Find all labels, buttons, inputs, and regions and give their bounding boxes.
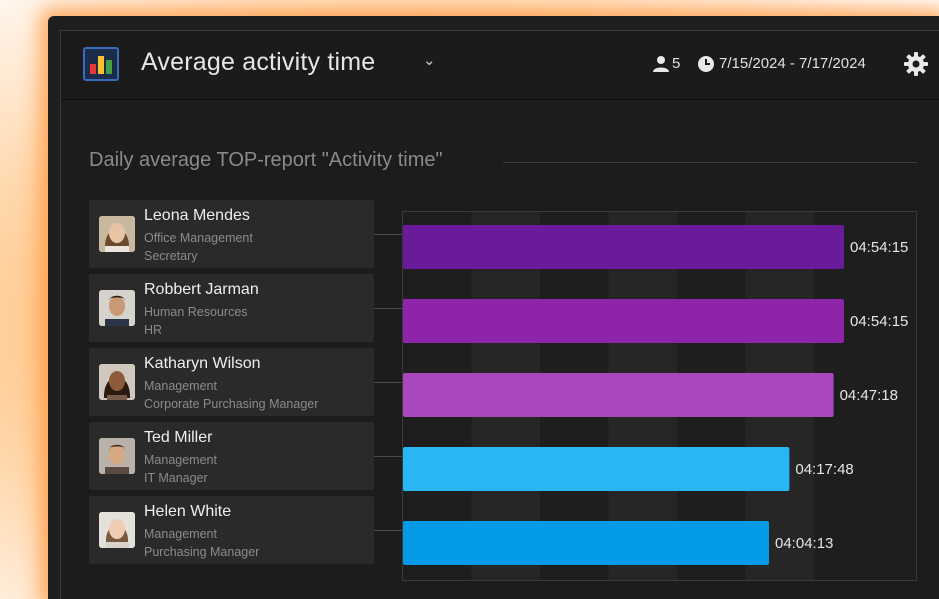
bar-value-label: 04:04:13	[775, 535, 833, 552]
avatar	[99, 438, 135, 474]
person-card-ted-miller[interactable]: Ted Miller Management IT Manager	[89, 422, 374, 490]
bar-value-label: 04:17:48	[795, 461, 853, 478]
row-connector	[374, 234, 403, 235]
users-count[interactable]: 5	[672, 55, 680, 72]
user-icon	[653, 56, 669, 72]
report-panel-inner: Average activity time ⌄ 5 7/15/2024 - 7/…	[60, 30, 939, 599]
gear-icon[interactable]	[903, 51, 929, 77]
page-title[interactable]: Average activity time	[141, 48, 375, 77]
bar-leona-mendes[interactable]	[403, 225, 844, 269]
report-panel: Average activity time ⌄ 5 7/15/2024 - 7/…	[48, 16, 939, 599]
chevron-down-icon[interactable]: ⌄	[423, 51, 436, 69]
person-name: Katharyn Wilson	[144, 355, 261, 372]
person-role: IT Manager	[144, 471, 208, 485]
person-department: Management	[144, 527, 217, 541]
bar-chart-app-icon	[83, 47, 119, 81]
person-card-leona-mendes[interactable]: Leona Mendes Office Management Secretary	[89, 200, 374, 268]
person-name: Leona Mendes	[144, 207, 250, 224]
person-name: Robbert Jarman	[144, 281, 259, 298]
bar-value-label: 04:47:18	[840, 387, 898, 404]
avatar	[99, 290, 135, 326]
bar-value-label: 04:54:15	[850, 313, 908, 330]
row-connector	[374, 308, 403, 309]
avatar	[99, 216, 135, 252]
row-connector	[374, 530, 403, 531]
clock-icon	[698, 56, 714, 72]
person-card-katharyn-wilson[interactable]: Katharyn Wilson Management Corporate Pur…	[89, 348, 374, 416]
person-role: Purchasing Manager	[144, 545, 260, 559]
report-header: Average activity time ⌄ 5 7/15/2024 - 7/…	[61, 31, 939, 100]
person-role: Corporate Purchasing Manager	[144, 397, 319, 411]
date-range[interactable]: 7/15/2024 - 7/17/2024	[719, 55, 866, 72]
person-department: Management	[144, 453, 217, 467]
person-department: Management	[144, 379, 217, 393]
row-connector	[374, 382, 403, 383]
person-name: Ted Miller	[144, 429, 213, 446]
bar-robbert-jarman[interactable]	[403, 299, 844, 343]
row-connector	[374, 456, 403, 457]
avatar	[99, 512, 135, 548]
person-role: Secretary	[144, 249, 198, 263]
bar-helen-white[interactable]	[403, 521, 770, 565]
person-card-robbert-jarman[interactable]: Robbert Jarman Human Resources HR	[89, 274, 374, 342]
bar-ted-miller[interactable]	[403, 447, 790, 491]
person-card-helen-white[interactable]: Helen White Management Purchasing Manage…	[89, 496, 374, 564]
person-department: Office Management	[144, 231, 253, 245]
bar-chart: 04:54:15 04:54:15 04:47:18 04:17:48 04:04:13	[402, 211, 917, 581]
avatar	[99, 364, 135, 400]
section-title: Daily average TOP-report "Activity time"	[89, 149, 443, 171]
bar-katharyn-wilson[interactable]	[403, 373, 834, 417]
section-divider	[503, 162, 917, 163]
person-department: Human Resources	[144, 305, 248, 319]
person-name: Helen White	[144, 503, 232, 520]
person-role: HR	[144, 323, 163, 337]
bar-value-label: 04:54:15	[850, 239, 908, 256]
